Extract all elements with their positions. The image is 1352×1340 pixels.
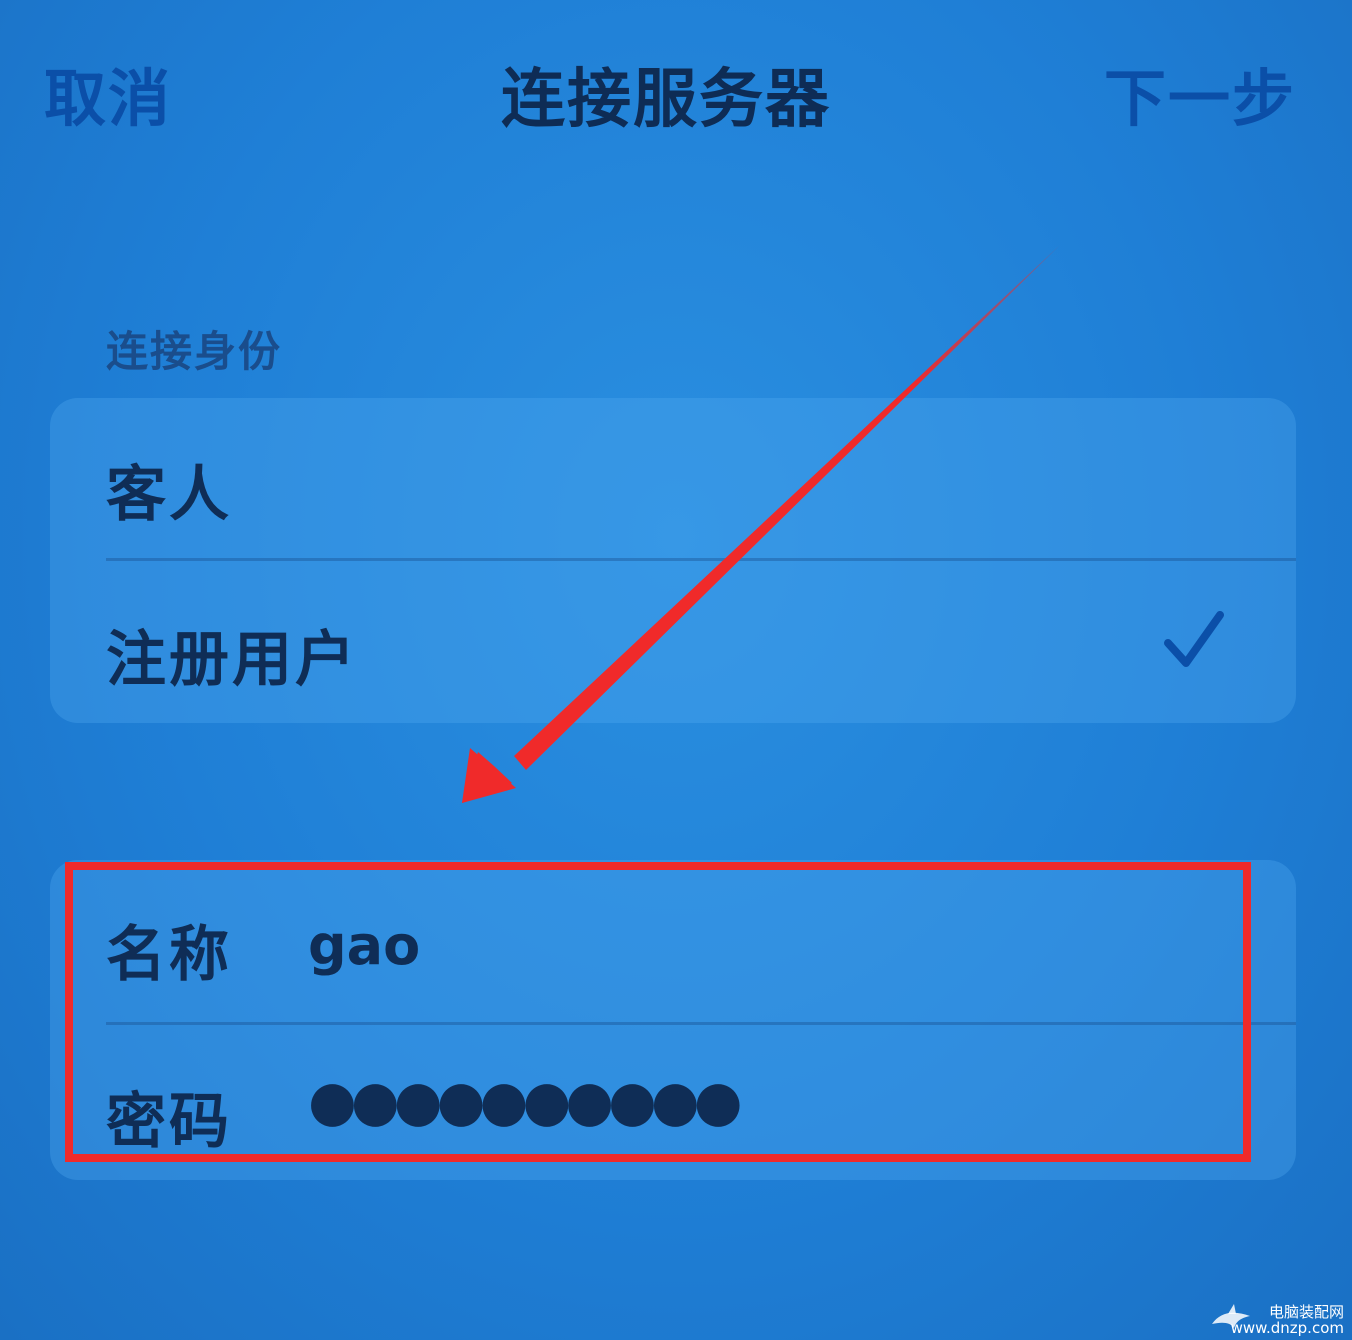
watermark: 电脑装配网 www.dnzp.com <box>1231 1304 1344 1336</box>
section-header-identity: 连接身份 <box>106 327 283 376</box>
option-guest-label: 客人 <box>106 460 232 530</box>
highlight-box <box>65 862 1251 1162</box>
option-registered-user[interactable]: 注册用户 <box>50 561 1296 723</box>
watermark-line1: 电脑装配网 <box>1268 1303 1344 1321</box>
option-registered-user-label: 注册用户 <box>106 625 358 695</box>
next-button[interactable]: 下一步 <box>1104 48 1296 138</box>
identity-options-group: 客人 注册用户 <box>50 398 1296 723</box>
option-guest[interactable]: 客人 <box>50 398 1296 558</box>
navigation-bar: 取消 连接服务器 下一步 <box>0 0 1352 175</box>
checkmark-icon <box>1164 611 1224 667</box>
watermark-line2: www.dnzp.com <box>1230 1319 1344 1337</box>
